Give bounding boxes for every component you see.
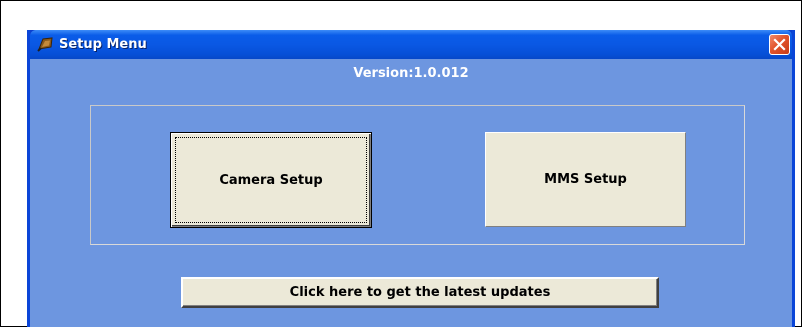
client-area: Version:1.0.012 Camera Setup MMS Setup C… [30, 59, 792, 327]
latest-updates-button[interactable]: Click here to get the latest updates [181, 277, 659, 308]
window-title: Setup Menu [59, 37, 147, 52]
setup-app-icon [37, 36, 54, 53]
title-bar[interactable]: Setup Menu [30, 30, 792, 59]
close-icon [773, 38, 786, 51]
setup-menu-window: Setup Menu Version:1.0.012 Camera Setup … [27, 30, 795, 327]
camera-setup-button[interactable]: Camera Setup [170, 132, 372, 228]
camera-setup-label: Camera Setup [219, 172, 323, 188]
mms-setup-label: MMS Setup [544, 172, 627, 187]
version-label: Version:1.0.012 [353, 66, 469, 81]
mms-setup-button[interactable]: MMS Setup [485, 132, 686, 227]
latest-updates-label: Click here to get the latest updates [289, 285, 551, 300]
close-button[interactable] [769, 34, 790, 55]
